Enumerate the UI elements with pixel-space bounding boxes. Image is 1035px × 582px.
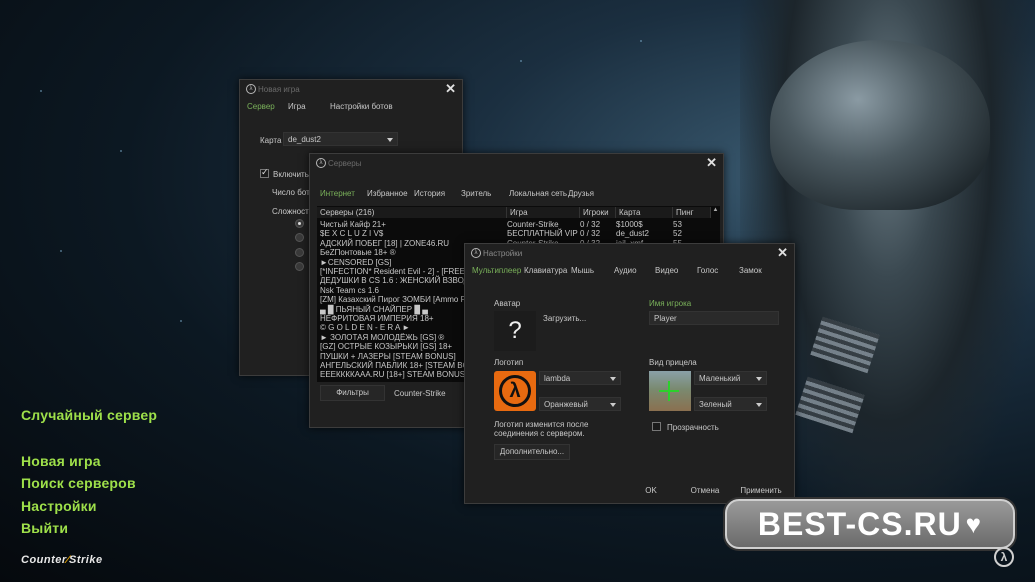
tab-mouse[interactable]: Мышь	[571, 266, 594, 275]
window-title: Серверы	[328, 159, 362, 168]
heart-icon: ♥	[965, 508, 983, 539]
crosshair-icon	[659, 390, 679, 392]
window-title: Настройки	[483, 249, 523, 258]
apply-button[interactable]: Применить	[739, 484, 783, 500]
advanced-button[interactable]: Дополнительно...	[494, 444, 570, 460]
close-icon[interactable]: ✕	[445, 81, 456, 97]
scroll-up-icon[interactable]: ▲	[711, 207, 720, 218]
column-header-ping[interactable]: Пинг	[673, 207, 711, 218]
avatar: ?	[494, 311, 536, 351]
menu-settings[interactable]: Настройки	[21, 498, 97, 514]
steam-icon: λ	[471, 248, 481, 258]
steam-icon: λ	[316, 158, 326, 168]
tab-game[interactable]: Игра	[288, 102, 306, 111]
cancel-button[interactable]: Отмена	[684, 484, 726, 500]
tab-lan[interactable]: Локальная сеть	[509, 189, 567, 198]
title-bar[interactable]: λ Серверы ✕	[310, 154, 723, 172]
difficulty-label: Сложность	[272, 207, 313, 216]
tab-multiplayer[interactable]: Мультиплеер	[472, 266, 521, 275]
crosshair-preview	[649, 371, 691, 411]
difficulty-radio[interactable]	[295, 219, 304, 228]
column-header-game[interactable]: Игра	[507, 207, 580, 218]
player-name-label: Имя игрока	[649, 299, 692, 308]
tab-lock[interactable]: Замок	[739, 266, 762, 275]
window-title: Новая игра	[258, 85, 300, 94]
column-header-players[interactable]: Игроки	[580, 207, 616, 218]
column-header-servers[interactable]: Серверы (216)	[317, 207, 507, 218]
crosshair-label: Вид прицела	[649, 358, 697, 367]
logo-color-select[interactable]: Оранжевый	[539, 397, 621, 411]
menu-find-servers[interactable]: Поиск серверов	[21, 475, 136, 491]
counter-strike-logo: Counter⁄Strike	[21, 554, 103, 566]
menu-new-game[interactable]: Новая игра	[21, 453, 101, 469]
logo-label: Логотип	[494, 358, 524, 367]
tab-keyboard[interactable]: Клавиатура	[524, 266, 567, 275]
best-cs-badge: BEST-CS.RU ♥	[725, 499, 1015, 549]
game-filter-label: Counter-Strike	[394, 389, 446, 398]
tab-spectate[interactable]: Зритель	[461, 189, 491, 198]
lambda-logo-preview: λ	[494, 371, 536, 411]
lambda-icon: λ	[499, 375, 531, 407]
tab-voice[interactable]: Голос	[697, 266, 718, 275]
logo-select[interactable]: lambda	[539, 371, 621, 385]
transparency-checkbox[interactable]	[652, 422, 661, 431]
tab-server[interactable]: Сервер	[247, 102, 275, 111]
helmet-artwork	[770, 40, 990, 210]
crosshair-size-select[interactable]: Маленький	[694, 371, 767, 385]
difficulty-radio[interactable]	[295, 262, 304, 271]
avatar-label: Аватар	[494, 299, 521, 308]
tab-video[interactable]: Видео	[655, 266, 678, 275]
tab-internet[interactable]: Интернет	[320, 189, 355, 198]
bots-checkbox[interactable]	[260, 167, 269, 178]
menu-exit[interactable]: Выйти	[21, 520, 68, 536]
column-header-map[interactable]: Карта	[616, 207, 673, 218]
difficulty-radio[interactable]	[295, 233, 304, 242]
map-label: Карта	[260, 136, 282, 145]
player-name-input[interactable]: Player	[649, 311, 779, 325]
tab-audio[interactable]: Аудио	[614, 266, 637, 275]
settings-window: λ Настройки ✕ Мультиплеер Клавиатура Мыш…	[464, 243, 795, 504]
crosshair-color-select[interactable]: Зеленый	[694, 397, 767, 411]
title-bar[interactable]: λ Настройки ✕	[465, 244, 794, 262]
tab-favorites[interactable]: Избранное	[367, 189, 408, 198]
upload-button[interactable]: Загрузить...	[543, 314, 586, 323]
map-select[interactable]: de_dust2	[283, 132, 398, 146]
menu-random-server[interactable]: Случайный сервер	[21, 407, 157, 423]
close-icon[interactable]: ✕	[706, 155, 717, 171]
transparency-label: Прозрачность	[667, 423, 719, 432]
close-icon[interactable]: ✕	[777, 245, 788, 261]
filters-button[interactable]: Фильтры	[320, 385, 385, 401]
steam-icon: λ	[246, 84, 256, 94]
tab-history[interactable]: История	[414, 189, 445, 198]
tab-bot-settings[interactable]: Настройки ботов	[330, 102, 393, 111]
ok-button[interactable]: OK	[633, 484, 669, 500]
steam-corner-icon: λ	[994, 547, 1014, 567]
tab-friends[interactable]: Друзья	[568, 189, 594, 198]
logo-note: Логотип изменится после соединения с сер…	[494, 420, 589, 438]
title-bar[interactable]: λ Новая игра ✕	[240, 80, 462, 98]
server-name: ЕЕЕККККААА.RU [18+] STEAM BONUS	[320, 370, 466, 380]
difficulty-radio[interactable]	[295, 248, 304, 257]
